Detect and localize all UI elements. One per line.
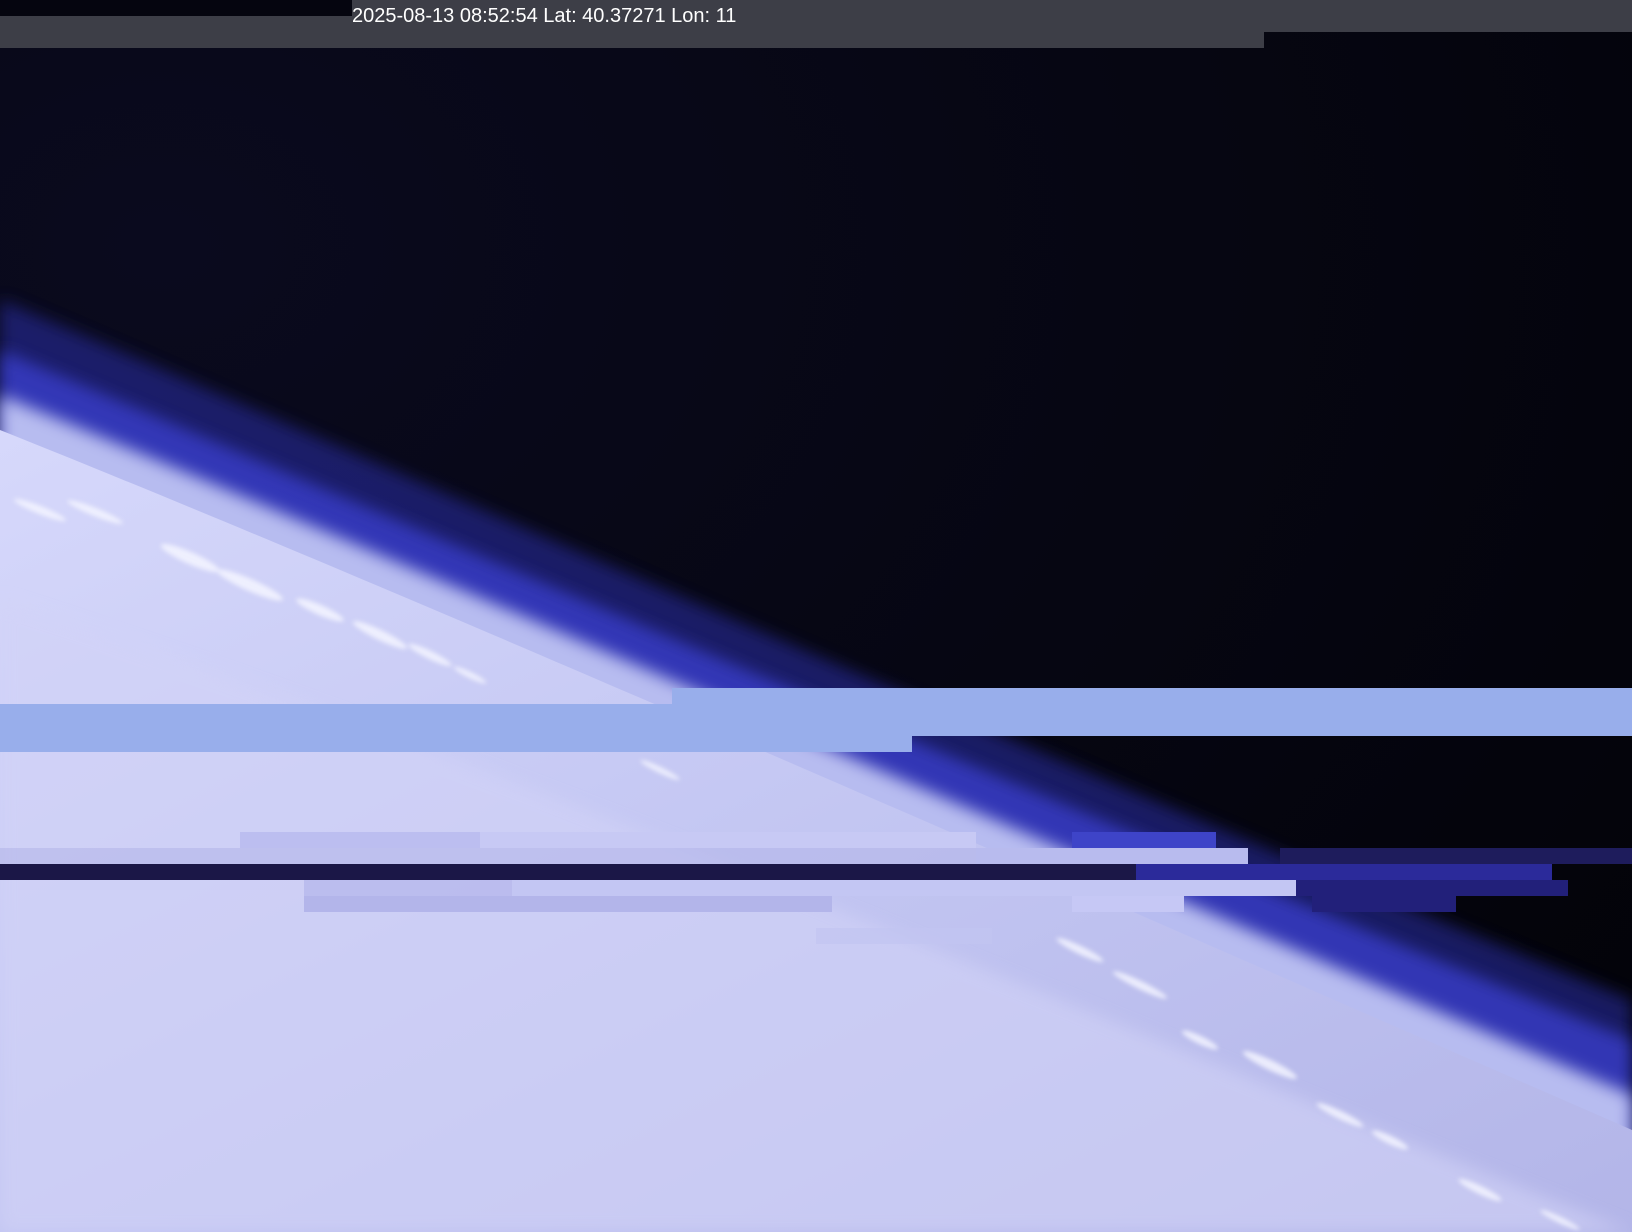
- stratosphere-photo-frame: 2025-08-13 08:52:54 Lat: 40.37271 Lon: 1…: [0, 0, 1632, 1232]
- pale-glitch-strip: [816, 928, 992, 944]
- light-glitch-band: [0, 704, 672, 752]
- pale-glitch-strip: [480, 832, 976, 848]
- blue-glitch-strip: [1072, 832, 1216, 848]
- pale-glitch-strip: [0, 848, 976, 864]
- pale-glitch-strip: [240, 832, 480, 848]
- earth-horizon-photo: [0, 0, 1632, 1232]
- pale-glitch-strip: [1072, 896, 1184, 912]
- light-glitch-band: [672, 736, 912, 752]
- dark-glitch-strip: [1312, 896, 1456, 912]
- header-gray-band-lower: [0, 32, 1264, 48]
- pale-glitch-strip: [304, 880, 512, 896]
- header-black-notch: [0, 0, 352, 16]
- light-glitch-band: [672, 688, 1632, 736]
- dark-glitch-strip: [1296, 880, 1568, 896]
- pale-glitch-strip: [304, 896, 832, 912]
- dark-glitch-band: [0, 864, 1136, 880]
- dark-glitch-strip: [1280, 848, 1632, 864]
- timestamp-coordinates-overlay: 2025-08-13 08:52:54 Lat: 40.37271 Lon: 1…: [352, 5, 737, 27]
- pale-glitch-strip: [976, 848, 1248, 864]
- pale-glitch-strip: [512, 880, 1296, 896]
- blue-glitch-strip: [1136, 864, 1552, 880]
